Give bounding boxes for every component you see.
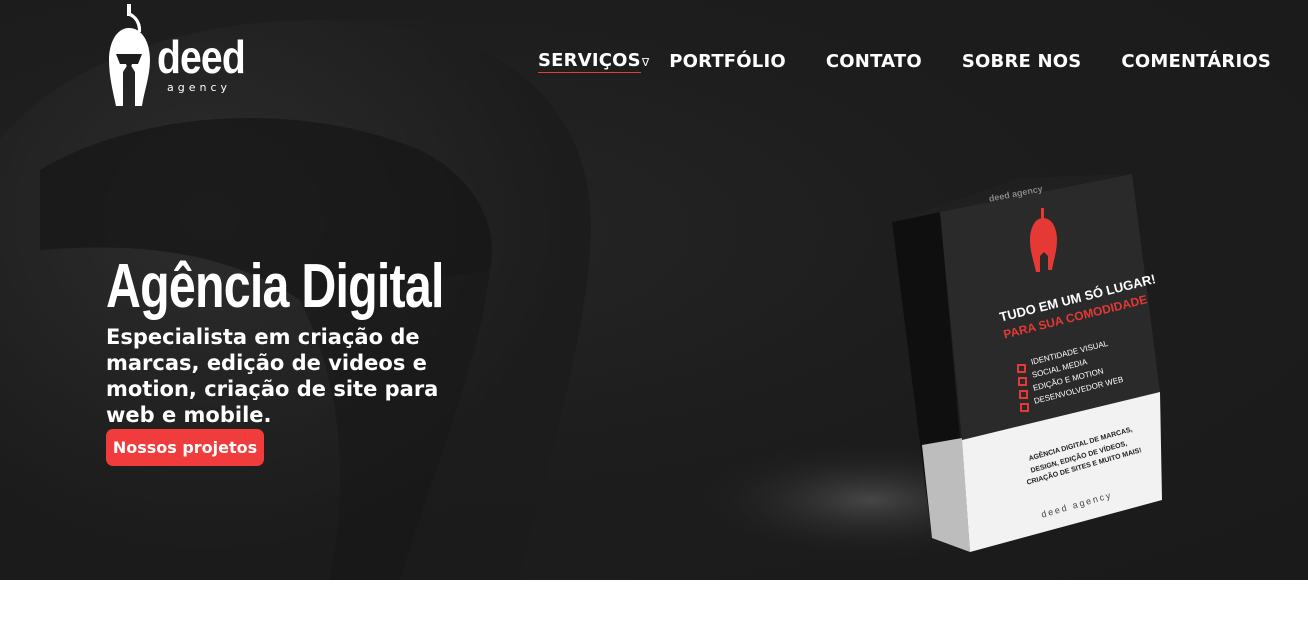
product-box-image: deed agency TUDO EM UM SÓ LUGAR! PARA SU… (700, 160, 1220, 580)
main-nav: SERVIÇOS ∇ PORTFÓLIO CONTATO SOBRE NOS C… (538, 48, 1271, 74)
projects-button[interactable]: Nossos projetos (106, 429, 264, 466)
brand-tagline: agency (167, 81, 232, 94)
hero-section: deed agency SERVIÇOS ∇ PORTFÓLIO CONTATO… (0, 0, 1308, 580)
brand-name[interactable]: deed (157, 34, 246, 80)
chevron-down-icon[interactable]: ∇ (642, 56, 649, 69)
nav-item-sobre-nos[interactable]: SOBRE NOS (962, 51, 1082, 72)
nav-item-servicos-label: SERVIÇOS (538, 49, 641, 71)
nav-item-servicos[interactable]: SERVIÇOS (538, 50, 641, 73)
hero-title: Agência Digital (106, 252, 444, 321)
nav-item-contato[interactable]: CONTATO (826, 51, 922, 72)
hero-subtitle: Especialista em criação de marcas, ediçã… (106, 325, 439, 427)
nav-item-portfolio[interactable]: PORTFÓLIO (669, 51, 786, 72)
nav-item-comentarios[interactable]: COMENTÁRIOS (1121, 51, 1271, 72)
